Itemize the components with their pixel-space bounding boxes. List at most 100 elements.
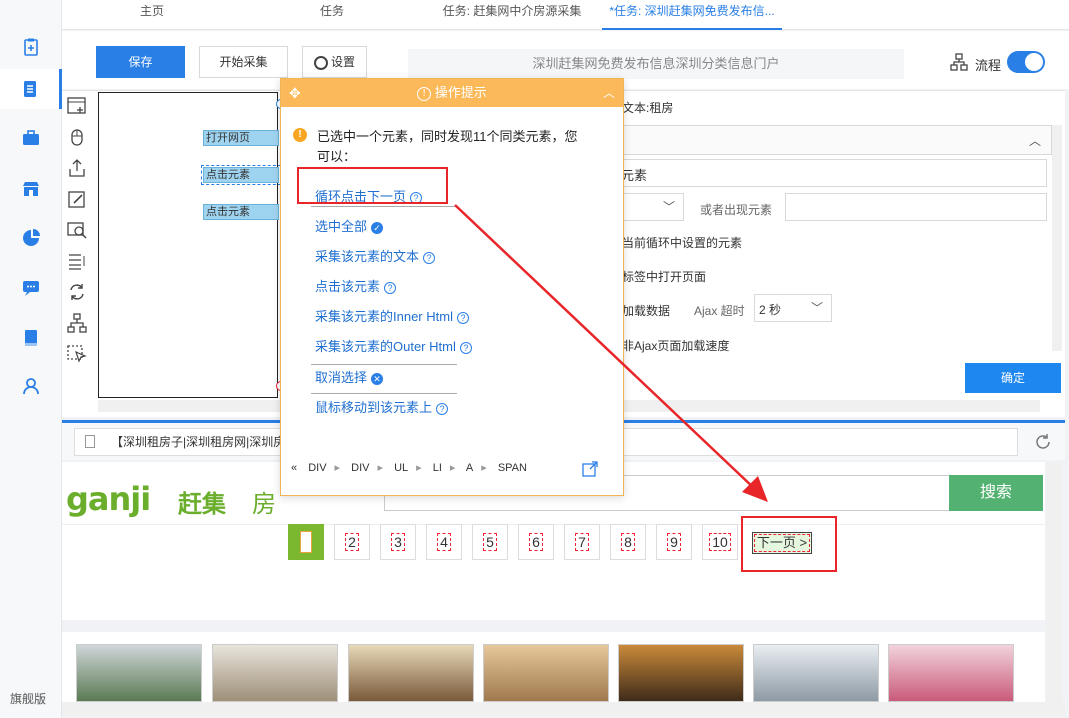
flow-label: 流程 [975,58,1002,73]
listing-thumb[interactable] [888,644,1014,702]
options-header: ︿ [606,125,1052,155]
listing-thumb[interactable] [753,644,879,702]
store-icon[interactable] [0,169,62,209]
breadcrumb-item[interactable]: SPAN [498,462,527,474]
input-text-tool-icon[interactable] [66,188,88,210]
loop-list-tool-icon[interactable] [66,250,88,272]
flow-node-click-1[interactable]: 点击元素 [201,165,281,185]
save-button[interactable]: 保存 [96,46,185,78]
reload-icon[interactable] [1034,433,1052,451]
collapse-icon[interactable]: ︿ [603,79,615,107]
page-number[interactable]: 4 [426,524,462,560]
ganji-logo: ganji [66,480,151,518]
breadcrumb-item[interactable]: DIV [351,462,369,474]
flow-node-open-page[interactable]: 打开网页 [203,130,279,146]
listing-thumb[interactable] [348,644,474,702]
popup-title: 操作提示 [434,85,487,100]
help-icon: ? [436,402,449,415]
listing-thumb[interactable] [212,644,338,702]
tab-task-agent[interactable]: 任务: 赶集网中介房源采集 [432,0,592,30]
page-number[interactable]: 7 [564,524,600,560]
collect-outer-html-link[interactable]: 采集该元素的Outer Html? [315,336,472,355]
pie-chart-icon[interactable] [0,218,62,258]
settings-button[interactable]: 设置 [302,46,367,78]
ajax-option[interactable]: 加载数据 [622,302,670,319]
webpage-hscroll[interactable] [62,702,1065,716]
mouse-hover-tool-icon[interactable] [66,343,88,365]
separator [311,393,457,394]
tab-task-current[interactable]: *任务: 深圳赶集网免费发布信... [602,0,782,30]
click-element-link[interactable]: 点击该元素? [315,276,397,295]
mouse-hover-link[interactable]: 鼠标移动到该元素上? [315,397,449,416]
page-number-label: 5 [483,533,497,551]
book-icon[interactable] [0,318,62,358]
options-vscroll[interactable] [1052,125,1062,351]
tab-home[interactable]: 主页 [122,0,182,30]
flow-node-click-2[interactable]: 点击元素 [203,204,279,220]
branch-tool-icon[interactable] [66,312,88,334]
page-number[interactable]: 10 [702,524,738,560]
popup-header[interactable]: ✥ ! 操作提示 ︿ [281,79,623,107]
confirm-button[interactable]: 确定 [965,363,1061,393]
mouse-click-tool-icon[interactable] [66,126,88,148]
page-number[interactable]: 5 [472,524,508,560]
listing-thumb[interactable] [618,644,744,702]
page-number[interactable] [288,524,324,560]
page-number[interactable]: 9 [656,524,692,560]
select-all-link[interactable]: 选中全部 ✓ [315,216,384,235]
ajax-timeout-select[interactable]: 2 秒 ﹀ [754,294,832,322]
loop-element-option[interactable]: 当前循环中设置的元素 [622,234,742,251]
breadcrumb-item[interactable]: UL [394,462,408,474]
webpage-vscroll[interactable] [1046,462,1062,702]
separator [311,206,457,207]
chevron-up-icon[interactable]: ︿ [1029,132,1041,149]
element-path-breadcrumb: « DIV ▸ DIV ▸ UL ▸ LI ▸ A ▸ SPAN [291,462,527,474]
listing-thumb[interactable] [483,644,609,702]
task-document-icon[interactable] [0,69,62,109]
section-gap [62,620,1045,632]
settings-label: 设置 [330,55,355,69]
move-icon[interactable]: ✥ [289,79,301,107]
clipboard-add-icon[interactable] [0,27,62,67]
page-number-label: 3 [391,533,405,551]
collect-text-link[interactable]: 采集该元素的文本? [315,246,436,265]
close-circle-icon: ✕ [371,372,384,385]
web-page-view: ganji 赶集 房 搜索 2 3 4 5 6 7 8 9 10 下一页 > [62,462,1045,702]
page-number[interactable]: 2 [334,524,370,560]
page-number[interactable]: 3 [380,524,416,560]
open-page-tool-icon[interactable] [66,95,88,117]
loop-tool-icon[interactable] [66,281,88,303]
tab-tasks[interactable]: 任务 [302,0,362,30]
collect-inner-html-link[interactable]: 采集该元素的Inner Html? [315,306,469,325]
logo-sub: 房 [252,491,276,518]
start-collect-button[interactable]: 开始采集 [199,46,288,78]
message-icon[interactable] [0,268,62,308]
element-field[interactable]: 元素 [606,159,1047,187]
briefcase-icon[interactable] [0,118,62,158]
check-circle-icon: ✓ [371,221,384,234]
listing-thumb[interactable] [76,644,202,702]
separator [311,364,457,365]
external-link-icon[interactable] [582,461,598,477]
cancel-selection-link[interactable]: 取消选择 ✕ [315,367,384,386]
new-tab-option[interactable]: 标签中打开页面 [622,268,706,285]
page-number[interactable]: 6 [518,524,554,560]
or-element-input[interactable] [785,193,1047,221]
page-number[interactable]: 8 [610,524,646,560]
workflow-canvas[interactable]: 打开网页 点击元素 点击元素 [98,92,286,398]
page-speed-option[interactable]: 非Ajax页面加载速度 [622,337,729,354]
site-search-button[interactable]: 搜索 [949,475,1043,511]
info-icon: ! [417,86,432,101]
gear-icon [313,55,328,70]
extract-data-tool-icon[interactable] [66,157,88,179]
text-label: 文本:租房 [622,101,674,115]
page-number-label: 6 [529,533,543,551]
captcha-tool-icon[interactable] [66,219,88,241]
flow-toggle[interactable] [1007,51,1045,73]
user-icon[interactable] [0,366,62,406]
page-icon [85,435,95,448]
breadcrumb-item[interactable]: A [466,462,473,474]
breadcrumb-item[interactable]: LI [433,462,442,474]
breadcrumb-item[interactable]: DIV [308,462,326,474]
double-chevron-left-icon[interactable]: « [291,462,297,474]
